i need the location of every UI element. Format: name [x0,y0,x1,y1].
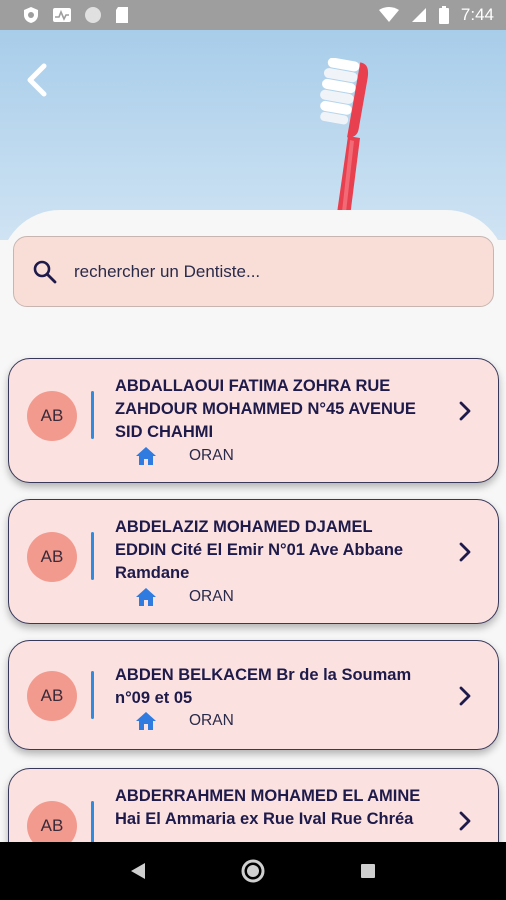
divider [91,391,94,439]
back-button[interactable] [20,60,54,100]
circle-icon [85,7,101,23]
header [0,30,506,240]
battery-icon [438,6,449,24]
nav-recents-button[interactable] [353,856,383,886]
nav-home-button[interactable] [238,856,268,886]
search-input[interactable] [74,261,454,282]
divider [91,671,94,719]
search-bar[interactable] [13,236,494,307]
status-right-icons: 7:44 [378,5,494,25]
list-item[interactable]: AB ABDELAZIZ MOHAMED DJAMEL EDDIN Cité E… [8,499,499,624]
dentist-name: ABDEN BELKACEM Br de la Soumam n°09 et 0… [115,666,412,707]
status-time: 7:44 [460,5,494,24]
home-icon [136,447,156,465]
list-item[interactable]: AB ABDALLAOUI FATIMA ZOHRA RUE ZAHDOUR M… [8,358,499,483]
dentist-city: ORAN [189,712,234,729]
system-nav-bar [0,842,506,900]
avatar: AB [27,391,77,441]
recents-square-icon [361,864,376,878]
status-left-icons [22,6,130,24]
list-item[interactable]: AB ABDEN BELKACEM Br de la Soumam n°09 e… [8,640,499,750]
avatar: AB [27,671,77,721]
dentist-name: ABDERRAHMEN MOHAMED EL AMINE Hai El Amma… [115,787,421,828]
signal-icon [411,8,426,22]
back-triangle-icon [130,863,145,879]
dentist-city: ORAN [189,447,234,464]
dentist-name: ABDALLAOUI FATIMA ZOHRA RUE ZAHDOUR MOHA… [115,377,416,441]
dentist-city: ORAN [189,588,234,605]
wifi-icon [378,7,399,22]
chevron-left-icon [27,63,47,97]
dentist-name: ABDELAZIZ MOHAMED DJAMEL EDDIN Cité El E… [115,518,404,582]
status-bar: 7:44 [0,0,506,30]
nav-back-button[interactable] [123,856,153,886]
avatar: AB [27,532,77,582]
divider [91,532,94,580]
activity-icon [53,8,71,22]
search-icon [32,259,58,285]
content-sheet: AB ABDALLAOUI FATIMA ZOHRA RUE ZAHDOUR M… [0,210,506,900]
chevron-right-icon [459,811,471,831]
sd-card-icon [116,7,128,23]
home-icon [136,712,156,730]
shield-icon [24,7,38,23]
chevron-right-icon [459,542,471,562]
chevron-right-icon [459,401,471,421]
home-circle-icon [241,859,265,883]
chevron-right-icon [459,686,471,706]
home-icon [136,588,156,606]
